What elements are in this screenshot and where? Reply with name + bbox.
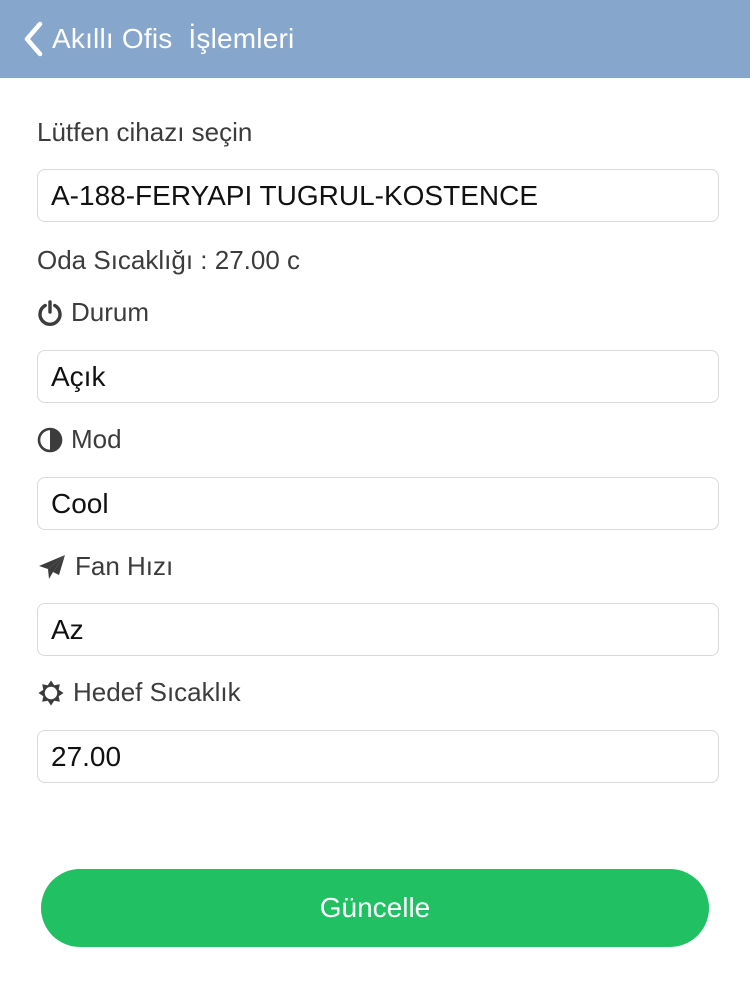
chevron-left-icon xyxy=(22,21,44,57)
target-temperature-input[interactable]: 27.00 xyxy=(37,730,719,783)
fan-speed-label-row: Fan Hızı xyxy=(37,551,173,582)
target-temperature-label: Hedef Sıcaklık xyxy=(73,677,241,707)
mode-label: Mod xyxy=(71,424,122,454)
page-title: Akıllı Ofis İşlemleri xyxy=(52,23,295,54)
device-select[interactable]: A-188-FERYAPI TUGRUL-KOSTENCE xyxy=(37,169,719,222)
device-select-label: Lütfen cihazı seçin xyxy=(37,117,253,147)
status-label: Durum xyxy=(71,297,150,327)
room-temperature-text: Oda Sıcaklığı : 27.00 c xyxy=(37,245,301,275)
power-icon xyxy=(37,299,63,326)
back-button[interactable]: Akıllı Ofis İşlemleri xyxy=(22,21,294,57)
fan-speed-select[interactable]: Az xyxy=(37,603,719,656)
mode-label-row: Mod xyxy=(37,424,122,455)
sun-icon xyxy=(37,679,65,707)
status-label-row: Durum xyxy=(37,297,149,328)
mode-select[interactable]: Cool xyxy=(37,477,719,530)
paper-plane-icon xyxy=(37,553,67,581)
status-select[interactable]: Açık xyxy=(37,350,719,403)
update-button[interactable]: Güncelle xyxy=(41,869,709,947)
nav-header: Akıllı Ofis İşlemleri xyxy=(0,0,750,78)
fan-speed-label: Fan Hızı xyxy=(75,551,174,581)
target-temperature-label-row: Hedef Sıcaklık xyxy=(37,677,241,708)
half-circle-icon xyxy=(37,427,63,453)
